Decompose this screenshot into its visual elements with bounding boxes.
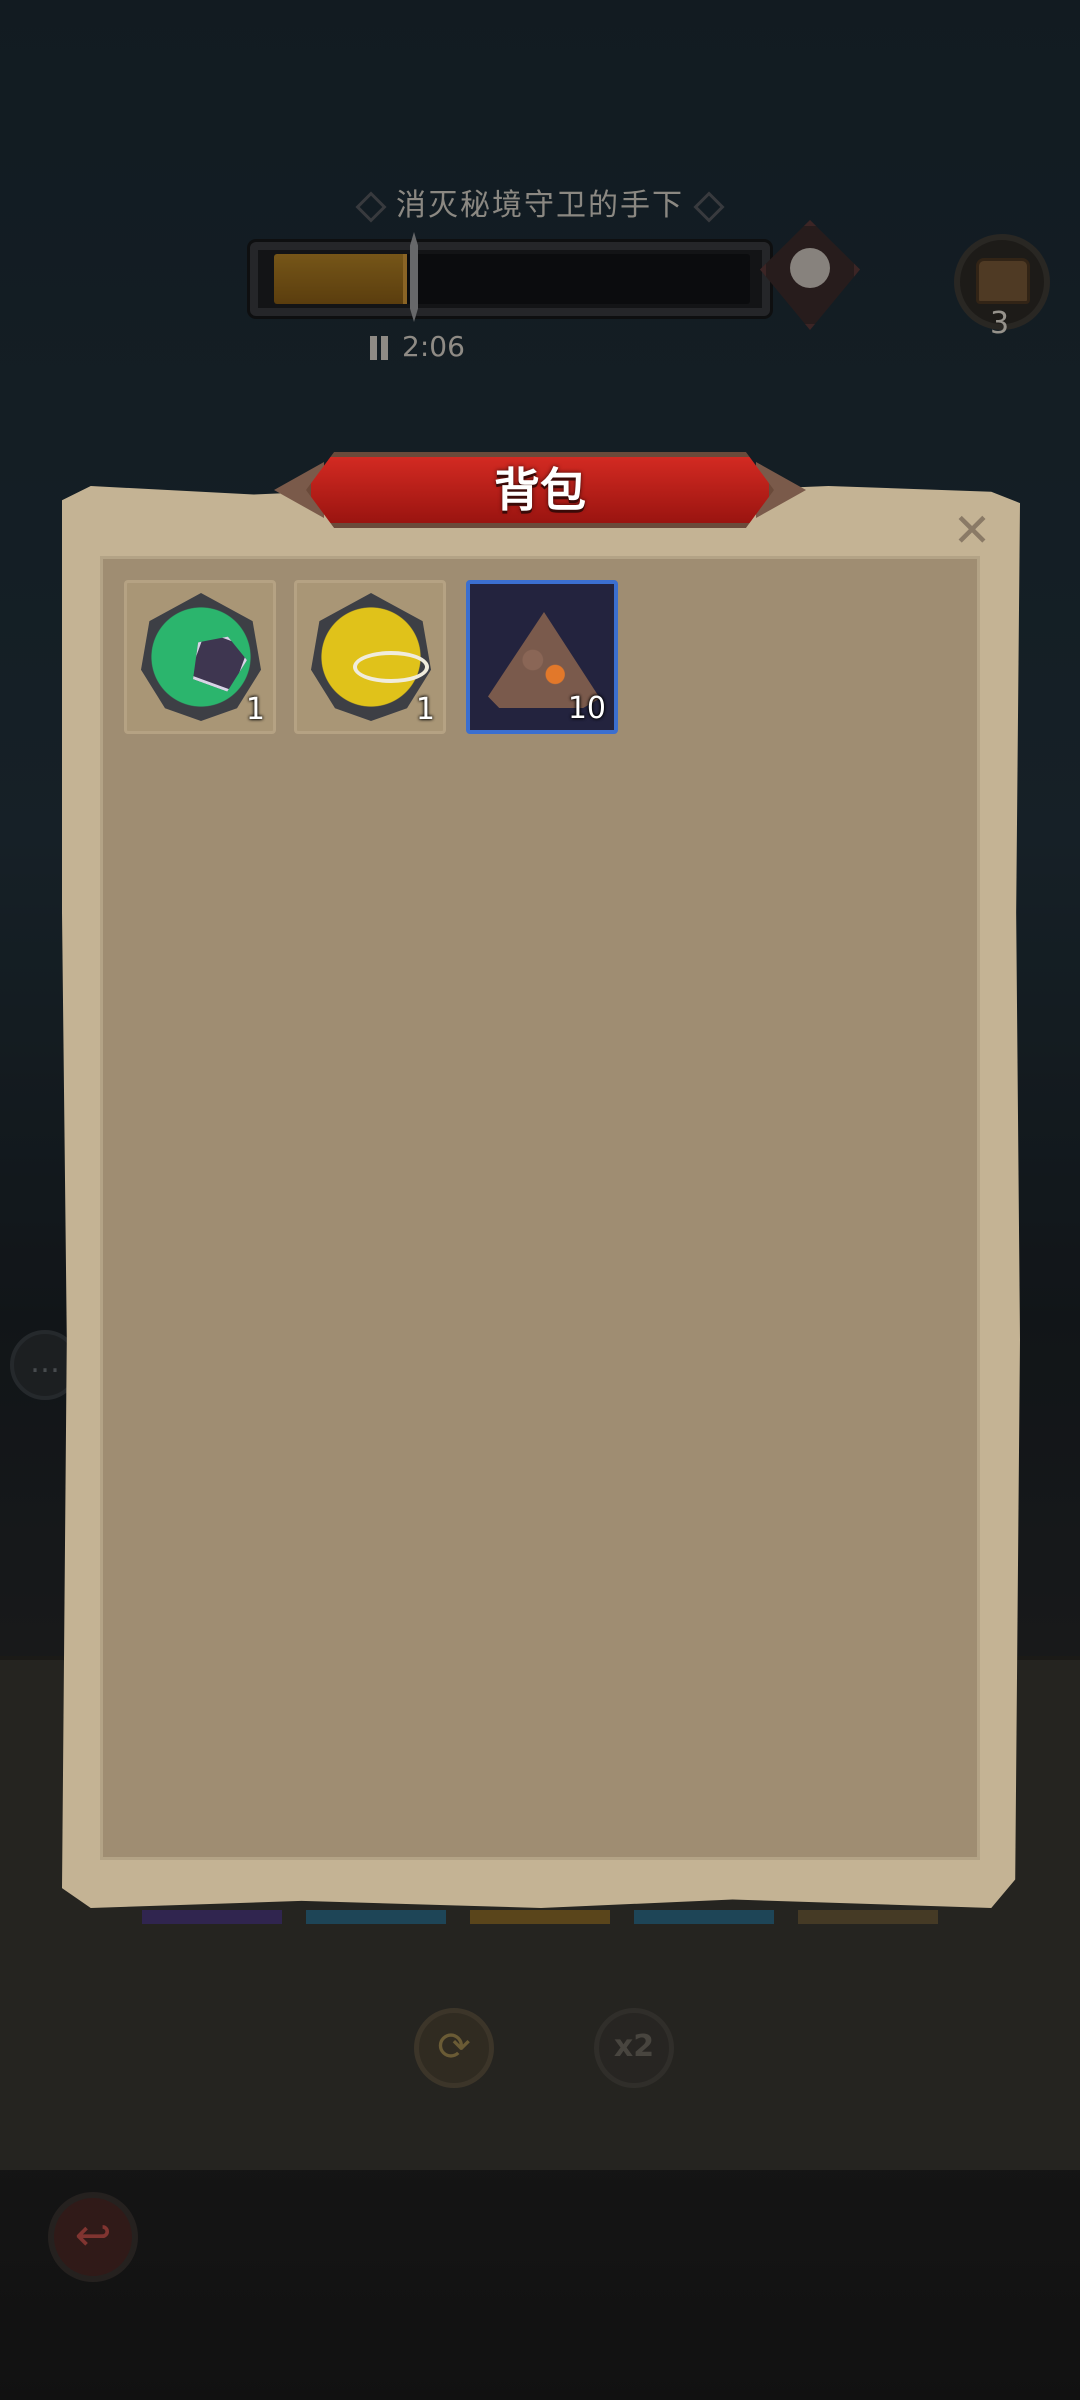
inventory-slot-1[interactable]: 1 (124, 580, 276, 734)
item-count: 1 (415, 692, 435, 727)
inventory-slot-2[interactable]: 1 (294, 580, 446, 734)
inventory-slot-3-selected[interactable]: 10 (466, 580, 618, 734)
close-button[interactable]: ✕ (944, 502, 1000, 558)
backpack-inventory-area (100, 556, 980, 1860)
backpack-title: 背包 (494, 463, 586, 517)
green-medal-gem-icon (141, 593, 261, 721)
yellow-medal-whip-icon (311, 593, 431, 721)
item-count: 1 (245, 692, 265, 727)
item-count: 10 (567, 691, 606, 726)
